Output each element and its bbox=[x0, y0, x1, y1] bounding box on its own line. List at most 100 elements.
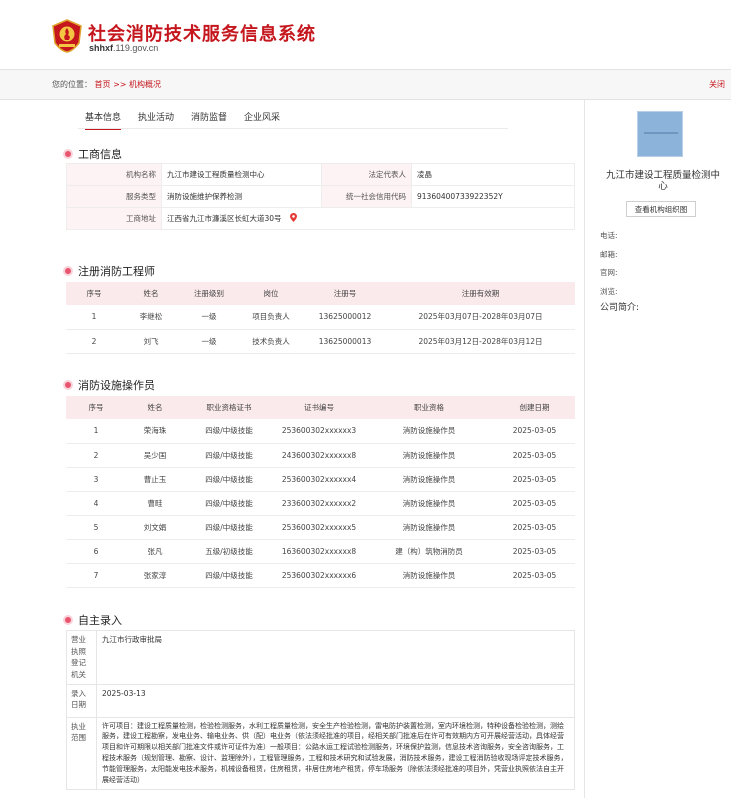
table-cell: 四级/中级技能 bbox=[184, 443, 274, 468]
business-scope-label: 执业范围 bbox=[66, 716, 97, 790]
section-title-operators: 消防设施操作员 bbox=[65, 377, 155, 393]
org-sidebar: 九江市建设工程质量检测中心 查看机构组织图 电话: 邮箱: 官网: 浏览: 公司… bbox=[594, 100, 731, 798]
entry-date-label: 录入日期 bbox=[66, 683, 97, 718]
section-dot-icon bbox=[65, 268, 71, 274]
col-header: 创建日期 bbox=[494, 396, 575, 419]
table-header-row: 序号 姓名 职业资格证书 证书编号 职业资格 创建日期 bbox=[66, 396, 575, 419]
table-row: 7 张家淳 四级/中级技能 253600302xxxxxx6 消防设施操作员 2025-0… bbox=[66, 563, 575, 588]
engineers-table: 序号 姓名 注册级别 岗位 注册号 注册有效期 1 李继松 一级 项目负责人 13625… bbox=[66, 282, 575, 354]
table-cell: 13625000013 bbox=[304, 329, 386, 354]
table-cell: 2025-03-05 bbox=[494, 539, 575, 564]
org-name-value: 九江市建设工程质量检测中心 bbox=[161, 163, 322, 186]
table-cell: 一级 bbox=[180, 329, 238, 354]
breadcrumb-current[interactable]: 机构概况 bbox=[129, 80, 161, 89]
table-cell: 253600302xxxxxx4 bbox=[274, 467, 364, 492]
org-logo-caption-bar bbox=[644, 132, 678, 134]
table-cell: 四级/中级技能 bbox=[184, 563, 274, 588]
section-title-engineers: 注册消防工程师 bbox=[65, 263, 155, 279]
col-header: 注册有效期 bbox=[386, 282, 575, 305]
col-header: 职业资格证书 bbox=[184, 396, 274, 419]
table-cell: 3 bbox=[66, 467, 126, 492]
table-cell: 荣海珠 bbox=[126, 419, 184, 444]
breadcrumb: 您的位置： 首页 >> 机构概况 bbox=[52, 80, 162, 89]
table-cell: 消防设施操作员 bbox=[364, 443, 494, 468]
table-row: 6 张凡 五级/初级技能 163600302xxxxxx8 建（构）筑物消防员 2025-… bbox=[66, 539, 575, 564]
table-cell: 项目负责人 bbox=[238, 305, 304, 330]
table-cell: 一级 bbox=[180, 305, 238, 330]
table-header-row: 序号 姓名 注册级别 岗位 注册号 注册有效期 bbox=[66, 282, 575, 305]
close-link[interactable]: 关闭 bbox=[709, 70, 725, 99]
section-title-self-entry: 自主录入 bbox=[65, 612, 122, 628]
table-cell: 4 bbox=[66, 491, 126, 516]
phone-label: 电话: bbox=[600, 231, 618, 240]
section-dot-icon bbox=[65, 617, 71, 623]
section-dot-icon bbox=[65, 151, 71, 157]
table-cell: 吴少国 bbox=[126, 443, 184, 468]
table-cell: 张家淳 bbox=[126, 563, 184, 588]
table-cell: 技术负责人 bbox=[238, 329, 304, 354]
address-value: 江西省九江市濂溪区长虹大道30号 bbox=[167, 214, 282, 223]
tab-practice-activities[interactable]: 执业活动 bbox=[138, 110, 174, 128]
table-cell: 曹止玉 bbox=[126, 467, 184, 492]
tab-divider bbox=[78, 128, 508, 129]
table-cell: 253600302xxxxxx6 bbox=[274, 563, 364, 588]
tab-fire-supervision[interactable]: 消防监督 bbox=[191, 110, 227, 128]
site-header: 社会消防技术服务信息系统 shhxf.119.gov.cn bbox=[0, 0, 731, 68]
service-type-label: 服务类型 bbox=[66, 185, 162, 208]
tab-company-style[interactable]: 企业风采 bbox=[244, 110, 280, 128]
table-cell: 2025-03-05 bbox=[494, 419, 575, 444]
col-header: 职业资格 bbox=[364, 396, 494, 419]
fire-emblem-icon bbox=[52, 19, 82, 53]
legal-rep-value: 凌晶 bbox=[411, 163, 575, 186]
table-cell: 233600302xxxxxx2 bbox=[274, 491, 364, 516]
credit-code-label: 统一社会信用代码 bbox=[321, 185, 412, 208]
business-info-table: 机构名称 九江市建设工程质量检测中心 法定代表人 凌晶 服务类型 消防设施维护保… bbox=[66, 163, 575, 230]
table-cell: 7 bbox=[66, 563, 126, 588]
website-label: 官网: bbox=[600, 268, 618, 278]
col-header: 序号 bbox=[66, 282, 122, 305]
breadcrumb-bar: 您的位置： 首页 >> 机构概况 关闭 bbox=[0, 69, 731, 100]
section-title-business: 工商信息 bbox=[65, 146, 122, 162]
table-cell: 五级/初级技能 bbox=[184, 539, 274, 564]
col-header: 姓名 bbox=[126, 396, 184, 419]
service-type-value: 消防设施维护保养检测 bbox=[161, 185, 322, 208]
entry-date-value: 2025-03-13 bbox=[96, 683, 575, 718]
site-url: shhxf.119.gov.cn bbox=[89, 43, 159, 53]
table-row: 4 曹畦 四级/中级技能 233600302xxxxxx2 消防设施操作员 2025-03… bbox=[66, 491, 575, 516]
table-cell: 6 bbox=[66, 539, 126, 564]
col-header: 证书编号 bbox=[274, 396, 364, 419]
table-cell: 张凡 bbox=[126, 539, 184, 564]
org-name-label: 机构名称 bbox=[66, 163, 162, 186]
col-header: 岗位 bbox=[238, 282, 304, 305]
section-dot-icon bbox=[65, 382, 71, 388]
business-scope-value: 许可项目：建设工程质量检测，检验检测服务，水利工程质量检测，安全生产检验检测，雷… bbox=[96, 716, 575, 790]
table-cell: 2025-03-05 bbox=[494, 563, 575, 588]
table-cell: 消防设施操作员 bbox=[364, 467, 494, 492]
self-entry-table: 营业执照登记机关 九江市行政审批局 录入日期 2025-03-13 执业范围 许… bbox=[66, 630, 575, 790]
table-cell: 曹畦 bbox=[126, 491, 184, 516]
map-pin-icon[interactable] bbox=[289, 213, 297, 222]
col-header: 注册号 bbox=[304, 282, 386, 305]
table-cell: 1 bbox=[66, 419, 126, 444]
email-label: 邮箱: bbox=[600, 249, 618, 259]
breadcrumb-home-link[interactable]: 首页 bbox=[95, 80, 111, 89]
table-cell: 253600302xxxxxx5 bbox=[274, 515, 364, 540]
table-cell: 5 bbox=[66, 515, 126, 540]
operators-table: 序号 姓名 职业资格证书 证书编号 职业资格 创建日期 1 荣海珠 四级/中级技能 2… bbox=[66, 396, 575, 588]
address-cell: 江西省九江市濂溪区长虹大道30号 bbox=[161, 207, 575, 230]
col-header: 注册级别 bbox=[180, 282, 238, 305]
table-cell: 2025-03-05 bbox=[494, 467, 575, 492]
table-row: 5 刘文娟 四级/中级技能 253600302xxxxxx5 消防设施操作员 2025-0… bbox=[66, 515, 575, 540]
table-cell: 消防设施操作员 bbox=[364, 515, 494, 540]
table-cell: 243600302xxxxxx8 bbox=[274, 443, 364, 468]
sidebar-org-name: 九江市建设工程质量检测中心 bbox=[605, 170, 720, 192]
col-header: 序号 bbox=[66, 396, 126, 419]
table-cell: 消防设施操作员 bbox=[364, 491, 494, 516]
view-org-chart-button[interactable]: 查看机构组织图 bbox=[626, 201, 696, 217]
table-cell: 163600302xxxxxx8 bbox=[274, 539, 364, 564]
tab-basic-info[interactable]: 基本信息 bbox=[85, 110, 122, 130]
table-cell: 刘文娟 bbox=[126, 515, 184, 540]
table-cell: 253600302xxxxxx3 bbox=[274, 419, 364, 444]
table-cell: 四级/中级技能 bbox=[184, 419, 274, 444]
table-cell: 2025-03-05 bbox=[494, 491, 575, 516]
